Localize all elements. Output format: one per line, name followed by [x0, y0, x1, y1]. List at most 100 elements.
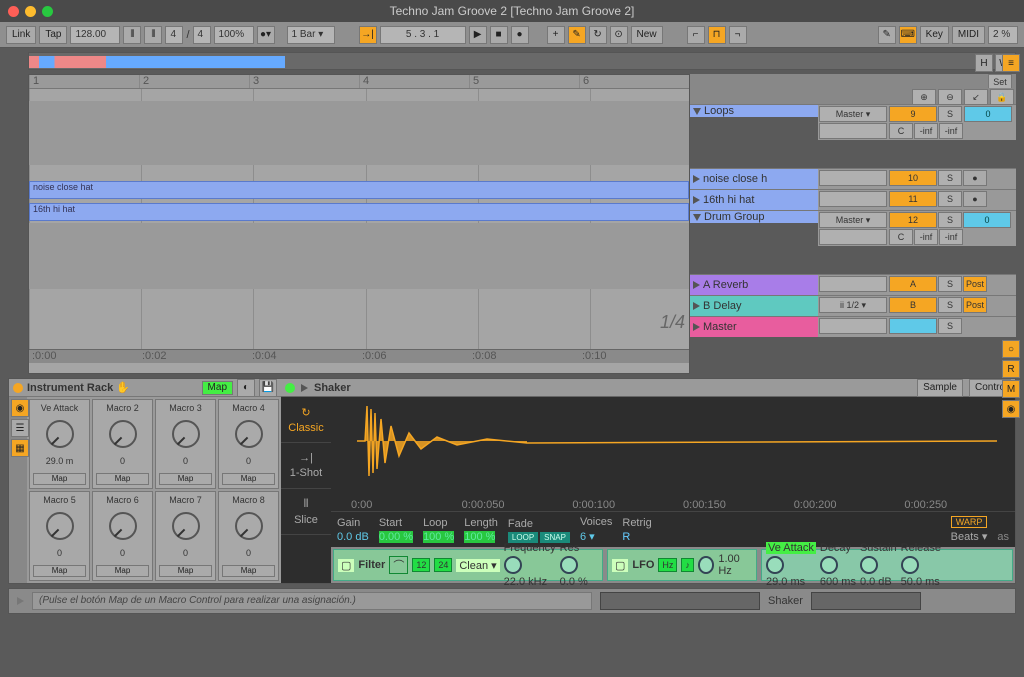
track-name[interactable]: Drum Group [704, 211, 765, 223]
track-drum-group[interactable]: Drum Group Master ▾ 12 S 0 C -inf -inf [690, 210, 1016, 274]
overdub-button[interactable]: + [547, 26, 565, 44]
return-toggle[interactable]: R [1002, 360, 1020, 378]
track-activator[interactable]: 11 [889, 191, 937, 207]
macro-7[interactable]: Macro 7 0 Map [155, 491, 216, 581]
routing-slot[interactable] [819, 318, 887, 334]
solo-button[interactable]: S [938, 318, 962, 334]
midi-map-button[interactable]: MIDI [952, 26, 985, 44]
play-icon[interactable] [693, 302, 700, 310]
oneshot-mode[interactable]: →|1-Shot [281, 443, 331, 489]
map-mode-button[interactable]: Map [202, 381, 233, 395]
classic-mode[interactable]: ↻Classic [281, 397, 331, 443]
macro-3[interactable]: Macro 3 0 Map [155, 399, 216, 489]
routing-slot[interactable] [819, 170, 887, 186]
reenable-automation-icon[interactable]: ↻ [589, 26, 607, 44]
slice-mode[interactable]: ⦀Slice [281, 489, 331, 535]
arm-button[interactable]: ● [963, 191, 987, 207]
loop-end-icon[interactable]: ¬ [729, 26, 747, 44]
length-value[interactable]: 100 % [464, 531, 495, 543]
macro-knob[interactable] [46, 420, 74, 448]
track-name[interactable]: Master [703, 321, 737, 333]
filter-circuit[interactable]: Clean ▾ [456, 559, 499, 572]
loop-switch-icon[interactable]: ⊓ [708, 26, 726, 44]
macro-knob[interactable] [235, 420, 263, 448]
warp-mode-select[interactable]: Beats ▾ [951, 530, 988, 543]
mini-overview[interactable] [600, 592, 760, 610]
track-activator[interactable]: 12 [889, 212, 937, 228]
play-icon[interactable] [693, 281, 700, 289]
post-button[interactable]: Post [963, 297, 987, 313]
macro-knob[interactable] [235, 512, 263, 540]
fold-icon[interactable] [693, 108, 701, 115]
draw-mode-icon[interactable]: ✎ [878, 26, 896, 44]
routing-select[interactable]: ii 1/2 ▾ [819, 297, 887, 313]
solo-button[interactable]: S [938, 106, 962, 122]
track-name[interactable]: Loops [704, 105, 734, 117]
save-preset-icon[interactable]: 💾 [259, 379, 277, 397]
track-noise-close-hat[interactable]: noise close h 10 S ● [690, 168, 1016, 189]
record-button[interactable]: ● [511, 26, 529, 44]
play-icon[interactable] [693, 175, 700, 183]
timesig-den[interactable]: 4 [193, 26, 211, 44]
waveform-display[interactable] [331, 397, 1015, 499]
retrig-toggle[interactable]: R [622, 531, 630, 543]
track-name[interactable]: A Reverb [703, 279, 748, 291]
play-icon[interactable] [693, 196, 700, 204]
macro-5[interactable]: Macro 5 0 Map [29, 491, 90, 581]
lfo-on[interactable]: ▢ [612, 559, 628, 572]
send-a[interactable]: 0 [964, 106, 1012, 122]
track-master[interactable]: Master S [690, 316, 1016, 337]
decay-knob[interactable] [820, 556, 838, 574]
mixer-icon[interactable]: ↙ [964, 89, 988, 105]
arrangement-overview[interactable]: H W [28, 52, 1016, 70]
track-activator[interactable]: A [889, 276, 937, 292]
gain-value[interactable]: 0.0 dB [337, 531, 369, 543]
metronome-button[interactable]: ●▾ [257, 26, 275, 44]
macro-map-button[interactable]: Map [33, 473, 86, 485]
time-ruler[interactable]: :0:00 :0:02 :0:04 :0:06 :0:08 :0:10 [29, 349, 689, 363]
bar-ruler[interactable]: 1 2 3 4 5 6 [29, 75, 689, 89]
computer-midi-keyboard-icon[interactable]: ⌨ [899, 26, 917, 44]
lfo-sync-button[interactable]: ♪ [681, 558, 694, 572]
track-name[interactable]: B Delay [703, 300, 742, 312]
sustain-knob[interactable] [860, 556, 878, 574]
macro-8[interactable]: Macro 8 0 Map [218, 491, 279, 581]
track-a-reverb[interactable]: A Reverb A S Post [690, 274, 1016, 295]
fold-icon[interactable] [693, 214, 701, 221]
macro-knob[interactable] [172, 512, 200, 540]
post-button[interactable]: Post [963, 276, 987, 292]
filter-slope-24[interactable]: 24 [434, 558, 452, 572]
send-a[interactable]: 0 [963, 212, 1011, 228]
play-icon[interactable] [693, 323, 700, 331]
freq-knob[interactable] [504, 556, 522, 574]
volume-meter[interactable] [889, 318, 937, 334]
track-name[interactable]: 16th hi hat [703, 194, 754, 206]
timesig-num[interactable]: 4 [165, 26, 183, 44]
session-record-new[interactable]: New [631, 26, 663, 44]
routing-slot[interactable] [819, 276, 887, 292]
device-activator-icon[interactable] [13, 383, 23, 393]
sample-tab[interactable]: Sample [917, 379, 963, 397]
lfo-hz-button[interactable]: Hz [658, 558, 677, 572]
menu-burger-icon[interactable]: ≡ [1002, 54, 1020, 72]
minimize-icon[interactable] [25, 6, 36, 17]
c-button[interactable]: C [889, 123, 913, 139]
macro-map-button[interactable]: Map [222, 473, 275, 485]
solo-button[interactable]: S [938, 276, 962, 292]
play-button[interactable]: ▶ [469, 26, 487, 44]
tempo-nudge-down-icon[interactable]: ⦀ [123, 26, 141, 44]
io-icon[interactable]: ⊖ [938, 89, 962, 105]
tempo-nudge-up-icon[interactable]: ⦀ [144, 26, 162, 44]
solo-button[interactable]: S [938, 170, 962, 186]
track-b-delay[interactable]: B Delay ii 1/2 ▾ B S Post [690, 295, 1016, 316]
position-field[interactable]: 5 . 3 . 1 [380, 26, 466, 44]
close-icon[interactable] [8, 6, 19, 17]
zoom-field[interactable]: 100% [214, 26, 254, 44]
macro-map-button[interactable]: Map [222, 565, 275, 577]
mixer-toggle[interactable]: M [1002, 380, 1020, 398]
loop-start-icon[interactable]: ⌐ [687, 26, 705, 44]
info-toggle-icon[interactable] [17, 597, 24, 605]
macro-map-button[interactable]: Map [33, 565, 86, 577]
filter-slope-12[interactable]: 12 [412, 558, 430, 572]
attack-knob[interactable] [766, 556, 784, 574]
